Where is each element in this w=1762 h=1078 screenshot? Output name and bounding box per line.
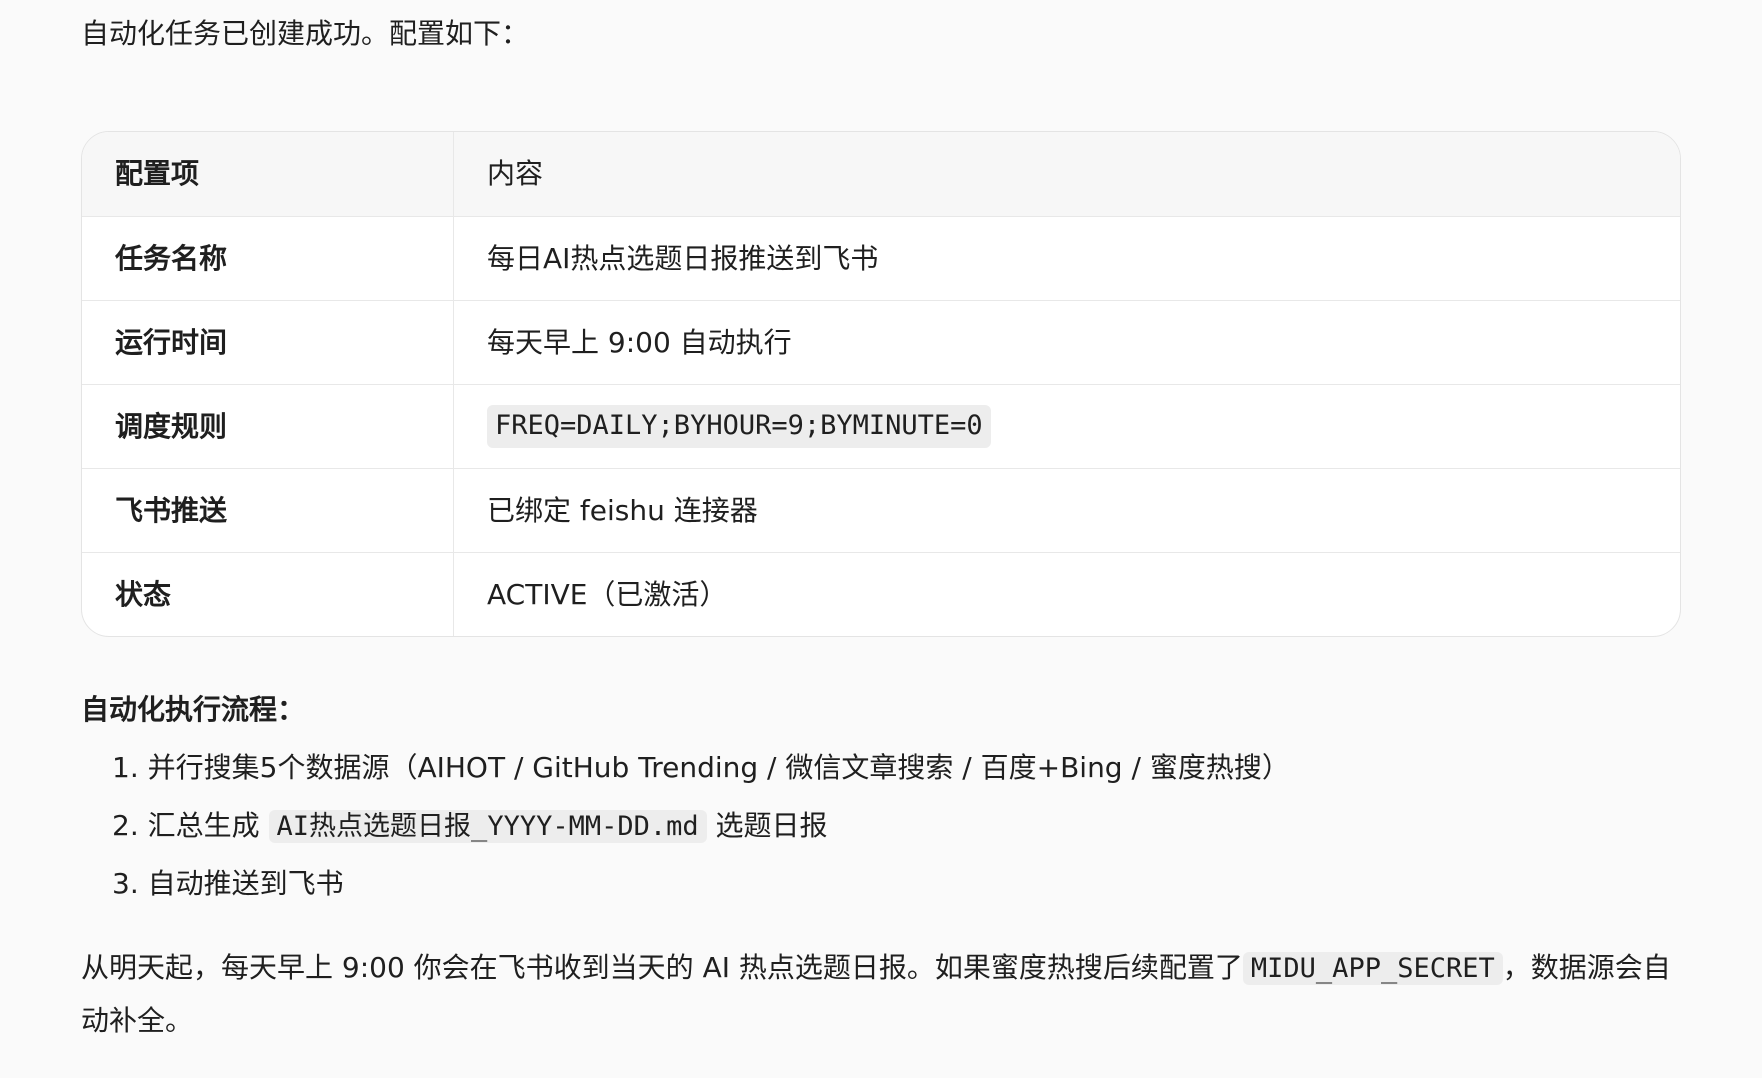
flow-steps-list: 1. 并行搜集5个数据源（AIHOT / GitHub Trending / 微… xyxy=(112,744,1290,918)
report-filename-code: AI热点选题日报_YYYY-MM-DD.md xyxy=(268,810,707,843)
row-value-task-name: 每日AI热点选题日报推送到飞书 xyxy=(487,241,879,275)
row-key-task-name: 任务名称 xyxy=(82,217,454,300)
table-row: 飞书推送 已绑定 feishu 连接器 xyxy=(82,468,1680,552)
table-row: 状态 ACTIVE（已激活） xyxy=(82,552,1680,636)
row-key-run-time: 运行时间 xyxy=(82,301,454,384)
outro-paragraph: 从明天起，每天早上 9:00 你会在飞书收到当天的 AI 热点选题日报。如果蜜度… xyxy=(81,942,1681,1047)
table-row: 任务名称 每日AI热点选题日报推送到飞书 xyxy=(82,216,1680,300)
step-text-after: 选题日报 xyxy=(715,809,828,842)
step-text-before: 汇总生成 xyxy=(147,809,260,842)
row-value-feishu-push: 已绑定 feishu 连接器 xyxy=(487,493,758,527)
table-row: 调度规则 FREQ=DAILY;BYHOUR=9;BYMINUTE=0 xyxy=(82,384,1680,468)
table-header-value: 内容 xyxy=(487,157,544,190)
table-header-row: 配置项 内容 xyxy=(82,132,1680,216)
step-text: 并行搜集5个数据源（AIHOT / GitHub Trending / 微信文章… xyxy=(147,751,1290,784)
step-number: 3. xyxy=(112,867,139,900)
step-text: 自动推送到飞书 xyxy=(147,867,344,900)
flow-title: 自动化执行流程： xyxy=(81,693,306,726)
step-number: 2. xyxy=(112,809,139,842)
step-number: 1. xyxy=(112,751,139,784)
row-key-feishu-push: 飞书推送 xyxy=(82,469,454,552)
list-item: 1. 并行搜集5个数据源（AIHOT / GitHub Trending / 微… xyxy=(112,744,1290,802)
table-row: 运行时间 每天早上 9:00 自动执行 xyxy=(82,300,1680,384)
schedule-rule-code: FREQ=DAILY;BYHOUR=9;BYMINUTE=0 xyxy=(487,405,991,448)
intro-text: 自动化任务已创建成功。配置如下： xyxy=(81,17,530,50)
list-item: 2. 汇总生成 AI热点选题日报_YYYY-MM-DD.md 选题日报 xyxy=(112,802,1290,860)
outro-text-before: 从明天起，每天早上 9:00 你会在飞书收到当天的 AI 热点选题日报。如果蜜度… xyxy=(81,951,1243,984)
row-key-schedule-rule: 调度规则 xyxy=(82,385,454,468)
config-table: 配置项 内容 任务名称 每日AI热点选题日报推送到飞书 运行时间 每天早上 9:… xyxy=(81,131,1681,637)
row-key-status: 状态 xyxy=(82,553,454,636)
list-item: 3. 自动推送到飞书 xyxy=(112,860,1290,918)
chat-message: 自动化任务已创建成功。配置如下： 配置项 内容 任务名称 每日AI热点选题日报推… xyxy=(0,0,1762,1078)
secret-env-code: MIDU_APP_SECRET xyxy=(1242,952,1503,985)
table-header-key: 配置项 xyxy=(82,132,454,216)
row-value-status: ACTIVE（已激活） xyxy=(487,577,728,611)
row-value-schedule-rule: FREQ=DAILY;BYHOUR=9;BYMINUTE=0 xyxy=(454,385,1680,468)
row-value-run-time: 每天早上 9:00 自动执行 xyxy=(487,325,792,359)
